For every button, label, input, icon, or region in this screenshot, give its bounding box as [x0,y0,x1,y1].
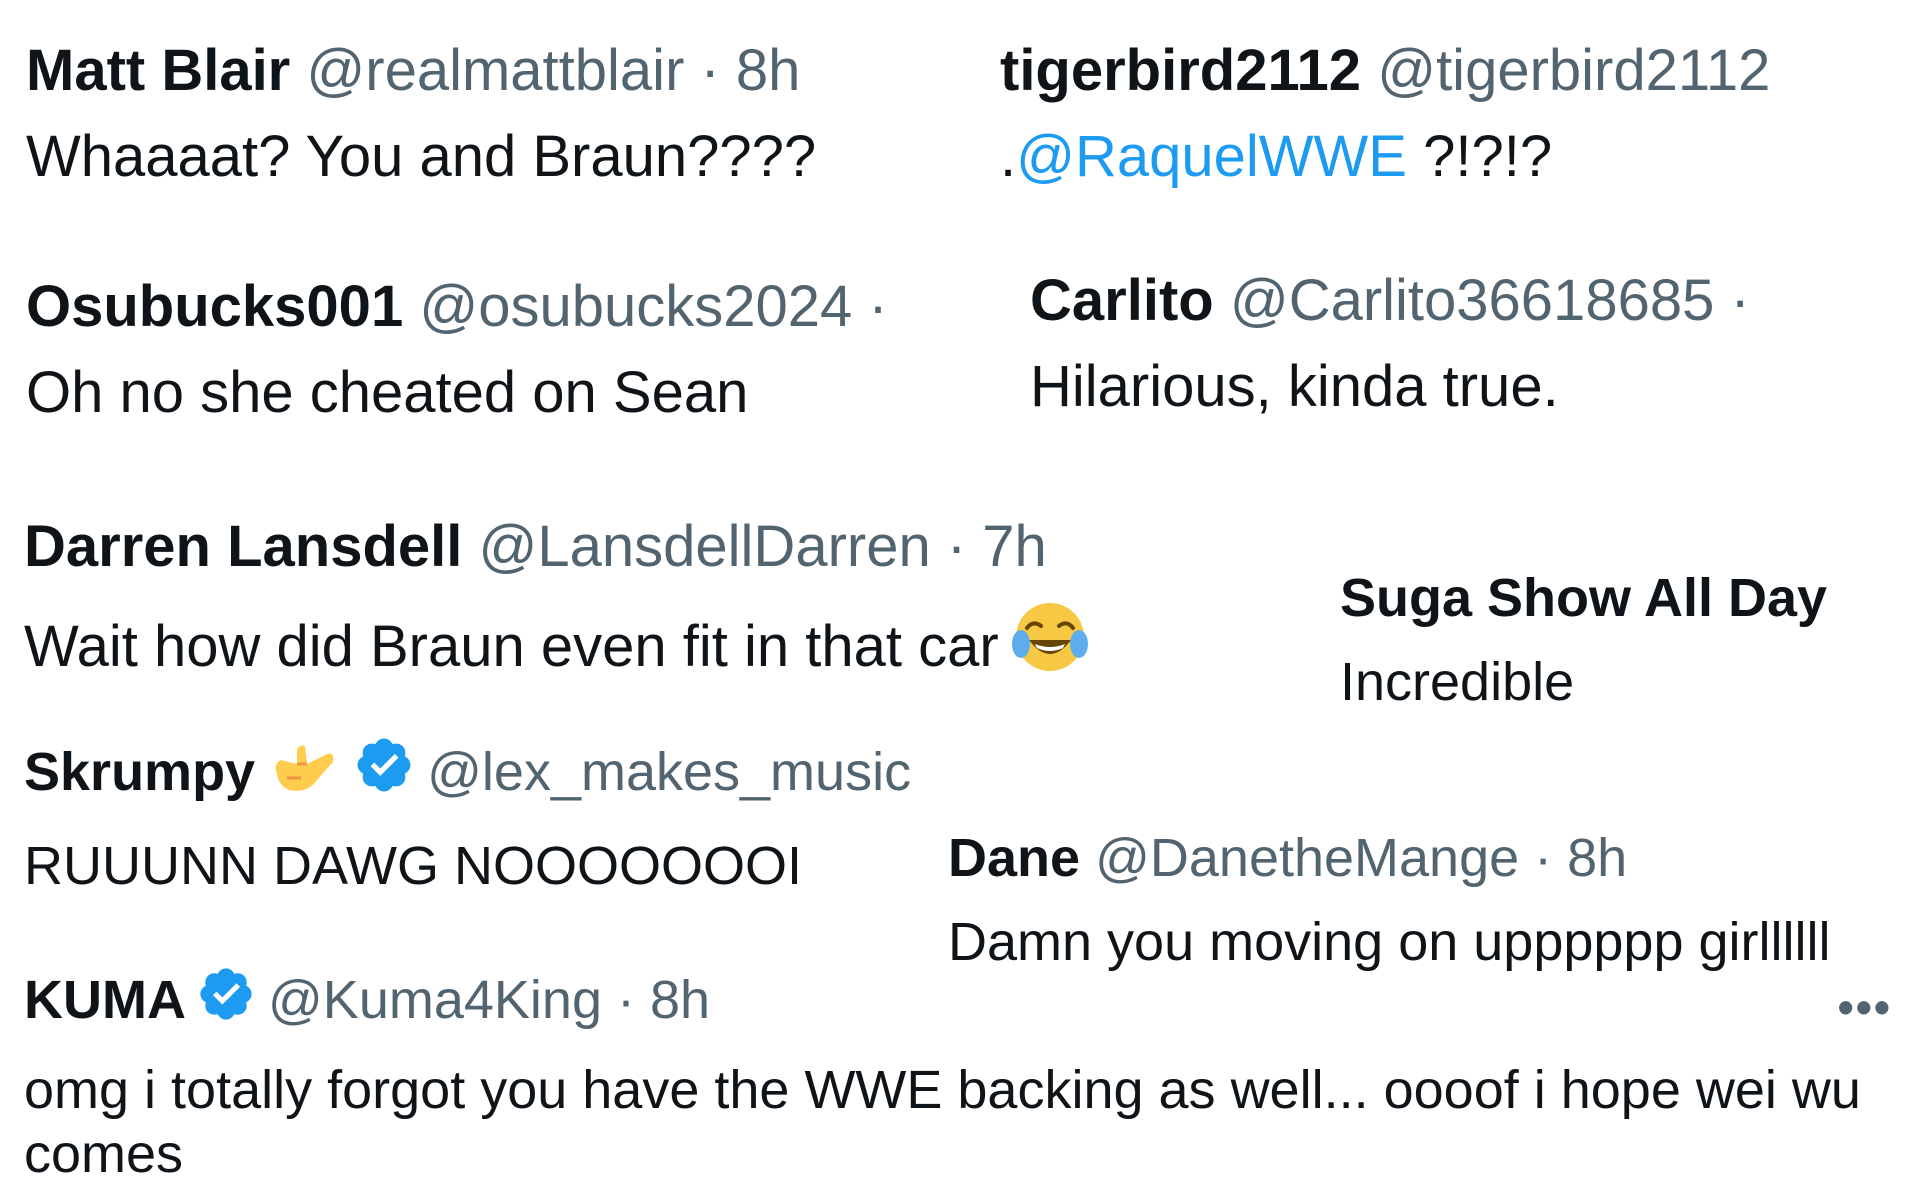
tweet-header: Suga Show All Day [1340,566,1827,630]
tweet-header: Dane @DanetheMange · 8h [948,826,1830,890]
handle-and-time[interactable]: @LansdellDarren · 7h [479,514,1047,579]
tweet-text: Incredible [1340,652,1575,712]
tweet-header: Osubucks001 @osubucks2024 · [26,272,888,342]
tweet-suga-show-all-day[interactable]: Suga Show All Day Incredible [1340,566,1827,714]
display-name[interactable]: Darren Lansdell [24,514,462,579]
display-name[interactable]: Suga Show All Day [1340,568,1827,628]
tweet-carlito[interactable]: Carlito @Carlito36618685 · Hilarious, ki… [1030,266,1750,422]
tweet-darren-lansdell[interactable]: Darren Lansdell @LansdellDarren · 7h Wai… [24,512,1089,692]
handle-and-time[interactable]: @realmattblair · 8h [306,38,800,103]
tweet-osubucks001[interactable]: Osubucks001 @osubucks2024 · Oh no she ch… [26,272,888,428]
tweet-text: RUUUNN DAWG NOOOOOOOI [24,836,802,896]
tweet-text: .@RaquelWWE ?!?!? [1000,122,1770,192]
text-prefix: . [1000,124,1017,189]
display-name[interactable]: KUMA [24,970,186,1030]
handle-and-time[interactable]: @tigerbird2112 [1377,38,1770,103]
handle-and-time[interactable]: @osubucks2024 · [419,274,887,339]
verified-badge-icon[interactable] [196,964,256,1038]
tweet-header: Carlito @Carlito36618685 · [1030,266,1750,336]
tweet-text: Whaaaat? You and Braun???? [26,124,817,189]
text-suffix: ?!?!? [1406,124,1553,189]
face-with-tears-of-joy-icon [1011,598,1089,692]
tweet-text: Wait how did Braun even fit in that car [24,598,1089,692]
call-me-hand-icon [267,734,339,814]
display-name[interactable]: Skrumpy [24,742,255,802]
handle-and-time[interactable]: @Carlito36618685 · [1230,268,1750,333]
mention-link[interactable]: @RaquelWWE [1016,124,1407,189]
handle-and-time[interactable]: @DanetheMange · 8h [1095,828,1627,888]
display-name[interactable]: Carlito [1030,268,1214,333]
tweet-matt-blair[interactable]: Matt Blair @realmattblair · 8h Whaaaat? … [26,36,816,192]
handle-and-time[interactable]: @lex_makes_music [427,742,911,802]
more-options-icon[interactable]: ••• [1838,980,1892,1034]
display-name[interactable]: tigerbird2112 [1000,38,1361,103]
display-name[interactable]: Osubucks001 [26,274,403,339]
verified-badge-icon[interactable] [353,734,415,810]
tweet-header: KUMA @Kuma4King · 8h [24,964,1884,1038]
display-name[interactable]: Matt Blair [26,38,290,103]
handle-and-time[interactable]: @Kuma4King · 8h [268,970,710,1030]
tweet-text: Oh no she cheated on Sean [26,360,749,425]
tweet-text-body: Wait how did Braun even fit in that car [24,614,999,679]
tweet-text: omg i totally forgot you have the WWE ba… [24,1060,1861,1184]
tweet-header: Matt Blair @realmattblair · 8h [26,36,816,106]
tweet-header: tigerbird2112 @tigerbird2112 [1000,36,1770,106]
tweet-kuma[interactable]: KUMA @Kuma4King · 8h omg i totally forgo… [24,964,1884,1186]
tweet-header: Darren Lansdell @LansdellDarren · 7h [24,512,1089,582]
tweet-text: Hilarious, kinda true. [1030,354,1559,419]
tweet-header: Skrumpy @lex_makes_music [24,734,911,814]
tweet-dane[interactable]: Dane @DanetheMange · 8h Damn you moving … [948,826,1830,974]
tweet-tigerbird2112[interactable]: tigerbird2112 @tigerbird2112 .@RaquelWWE… [1000,36,1770,192]
tweet-skrumpy[interactable]: Skrumpy @lex_makes_music RUUUNN DAWG NOO… [24,734,911,898]
display-name[interactable]: Dane [948,828,1080,888]
